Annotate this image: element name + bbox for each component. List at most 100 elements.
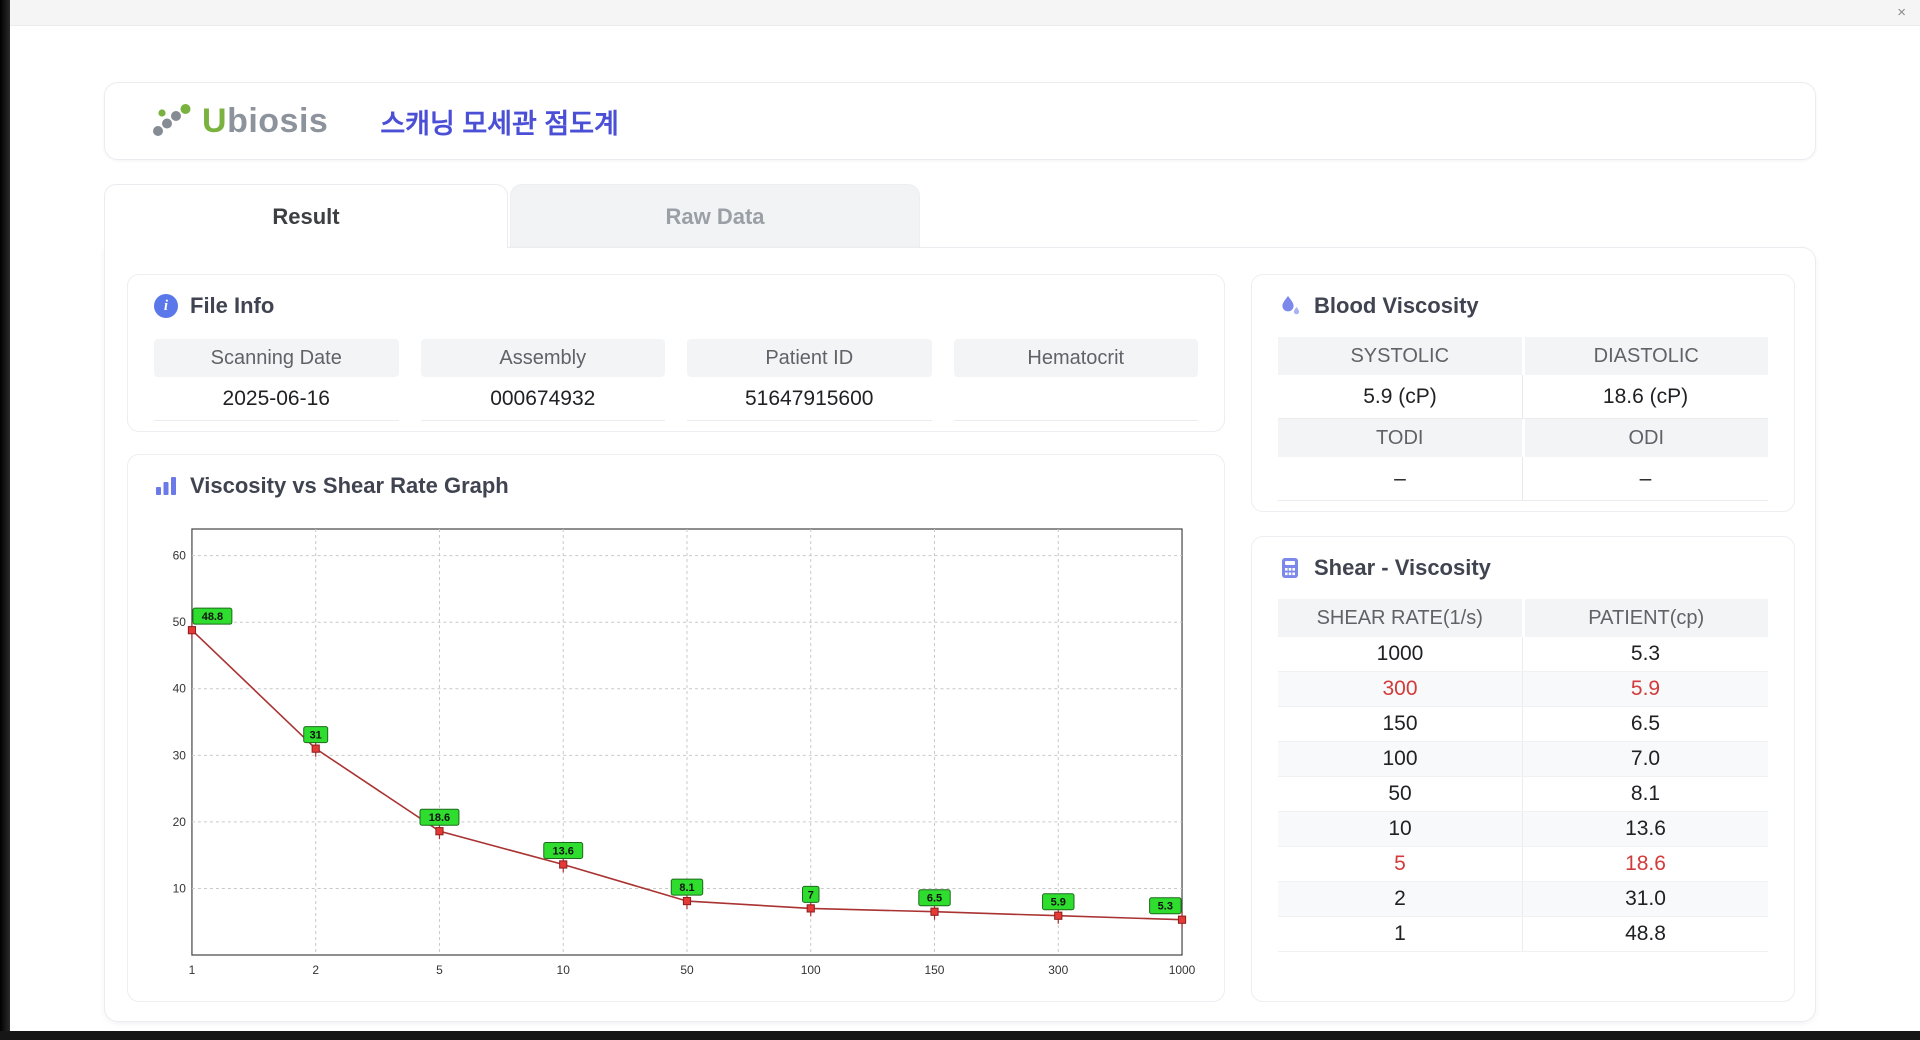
info-icon: i <box>154 294 178 318</box>
svg-text:50: 50 <box>680 963 694 977</box>
table-row: 150 6.5 <box>1278 707 1768 742</box>
field-label: Scanning Date <box>154 339 399 377</box>
svg-text:48.8: 48.8 <box>202 611 223 623</box>
file-info-card: i File Info Scanning Date 2025-06-16 Ass… <box>127 274 1225 432</box>
shear-cell: 5 <box>1278 847 1523 881</box>
field-label: Assembly <box>420 339 665 377</box>
svg-text:40: 40 <box>173 682 187 696</box>
svg-text:1000: 1000 <box>1169 963 1196 977</box>
svg-text:5: 5 <box>436 963 443 977</box>
blood-drop-icon <box>1282 296 1300 315</box>
shear-cell: 150 <box>1278 707 1523 741</box>
app-header: Ubiosis 스캐닝 모세관 점도계 <box>104 82 1816 160</box>
shear-viscosity-title: Shear - Viscosity <box>1278 555 1491 581</box>
patient-header: PATIENT(cp) <box>1524 599 1768 637</box>
calculator-icon <box>1282 558 1298 578</box>
patient-cell: 18.6 <box>1625 852 1666 875</box>
svg-text:7: 7 <box>808 889 814 901</box>
blood-viscosity-title-text: Blood Viscosity <box>1314 293 1479 318</box>
field-label: Hematocrit <box>953 339 1198 377</box>
logo-rest: biosis <box>227 101 329 140</box>
table-row: 5 18.6 <box>1278 847 1768 882</box>
field-patient-id: Patient ID 51647915600 <box>687 339 932 421</box>
svg-text:30: 30 <box>173 748 187 762</box>
table-row: 50 8.1 <box>1278 777 1768 812</box>
table-row: 100 7.0 <box>1278 742 1768 777</box>
svg-text:50: 50 <box>173 615 187 629</box>
svg-text:5.3: 5.3 <box>1158 901 1173 913</box>
field-value <box>953 377 1198 421</box>
shear-viscosity-table: SHEAR RATE(1/s) PATIENT(cp) 1000 5.3 300… <box>1278 599 1768 952</box>
svg-text:300: 300 <box>1048 963 1068 977</box>
page-title: 스캐닝 모세관 점도계 <box>380 108 619 139</box>
ubiosis-logo-icon <box>153 104 191 136</box>
patient-cell: 31.0 <box>1625 887 1666 910</box>
field-value: 51647915600 <box>687 377 932 421</box>
window-bottom-edge <box>0 1031 1920 1040</box>
table-row: 300 5.9 <box>1278 672 1768 707</box>
logo-text: Ubiosis <box>202 102 328 141</box>
patient-cell: 48.8 <box>1625 922 1666 945</box>
table-row: 1000 5.3 <box>1278 637 1768 672</box>
svg-text:6.5: 6.5 <box>927 893 942 905</box>
ubiosis-logo: Ubiosis <box>149 102 328 141</box>
svg-text:1: 1 <box>189 963 196 977</box>
table-row: 2 31.0 <box>1278 882 1768 917</box>
shear-cell: 2 <box>1278 882 1523 916</box>
odi-header: ODI <box>1524 419 1768 457</box>
todi-value: – <box>1278 457 1523 501</box>
close-icon[interactable]: × <box>1897 3 1906 23</box>
systolic-value: 5.9 (cP) <box>1278 375 1523 419</box>
patient-cell: 8.1 <box>1630 782 1661 805</box>
svg-text:31: 31 <box>310 730 322 742</box>
field-value: 000674932 <box>420 377 665 421</box>
tab-raw-data[interactable]: Raw Data <box>510 184 920 248</box>
shear-cell: 100 <box>1278 742 1523 776</box>
systolic-header: SYSTOLIC <box>1278 337 1522 375</box>
diastolic-value: 18.6 (cP) <box>1523 375 1768 419</box>
svg-text:5.9: 5.9 <box>1051 897 1066 909</box>
shear-viscosity-card: Shear - Viscosity SHEAR RATE(1/s) PATIEN… <box>1251 536 1795 1002</box>
blood-viscosity-grid: SYSTOLIC DIASTOLIC 5.9 (cP) 18.6 (cP) TO… <box>1278 337 1768 501</box>
svg-text:150: 150 <box>925 963 945 977</box>
window-left-edge <box>0 0 10 1040</box>
field-scanning-date: Scanning Date 2025-06-16 <box>154 339 399 421</box>
result-panel: i File Info Scanning Date 2025-06-16 Ass… <box>104 247 1816 1022</box>
blood-viscosity-card: Blood Viscosity SYSTOLIC DIASTOLIC 5.9 (… <box>1251 274 1795 512</box>
shear-cell: 1000 <box>1278 637 1523 671</box>
svg-text:18.6: 18.6 <box>429 812 450 824</box>
patient-cell: 13.6 <box>1625 817 1666 840</box>
svg-text:13.6: 13.6 <box>553 845 574 857</box>
svg-text:10: 10 <box>173 881 187 895</box>
viscosity-shear-chart: 10 20 30 40 50 60 1 2 5 10 50 100 150 300 1000 48.8 31 18… <box>162 519 1196 985</box>
blood-viscosity-title: Blood Viscosity <box>1278 293 1479 319</box>
file-info-title: i File Info <box>154 293 274 319</box>
shear-cell: 50 <box>1278 777 1523 811</box>
table-row: 1 48.8 <box>1278 917 1768 952</box>
graph-title-text: Viscosity vs Shear Rate Graph <box>190 473 509 498</box>
shear-viscosity-title-text: Shear - Viscosity <box>1314 555 1491 580</box>
graph-title: Viscosity vs Shear Rate Graph <box>154 473 509 499</box>
table-body: 1000 5.3 300 5.9 150 6.5 100 7.0 50 8.1 … <box>1278 637 1768 952</box>
shear-rate-header: SHEAR RATE(1/s) <box>1278 599 1522 637</box>
patient-cell: 5.3 <box>1630 642 1661 665</box>
svg-text:100: 100 <box>801 963 821 977</box>
field-hematocrit: Hematocrit <box>953 339 1198 421</box>
patient-cell: 5.9 <box>1630 677 1661 700</box>
bar-chart-icon <box>156 477 176 495</box>
todi-header: TODI <box>1278 419 1522 457</box>
svg-text:20: 20 <box>173 815 187 829</box>
patient-cell: 7.0 <box>1630 747 1661 770</box>
svg-text:8.1: 8.1 <box>679 882 694 894</box>
viscosity-graph-card: Viscosity vs Shear Rate Graph 10 20 30 40 50… <box>127 454 1225 1002</box>
svg-text:2: 2 <box>312 963 319 977</box>
tab-result[interactable]: Result <box>104 184 508 248</box>
shear-cell: 10 <box>1278 812 1523 846</box>
diastolic-header: DIASTOLIC <box>1524 337 1768 375</box>
file-info-fields: Scanning Date 2025-06-16 Assembly 000674… <box>154 339 1198 421</box>
table-header: SHEAR RATE(1/s) PATIENT(cp) <box>1278 599 1768 637</box>
shear-cell: 300 <box>1278 672 1523 706</box>
browser-top-bar: × <box>10 0 1920 26</box>
patient-cell: 6.5 <box>1630 712 1661 735</box>
file-info-title-text: File Info <box>190 293 275 318</box>
